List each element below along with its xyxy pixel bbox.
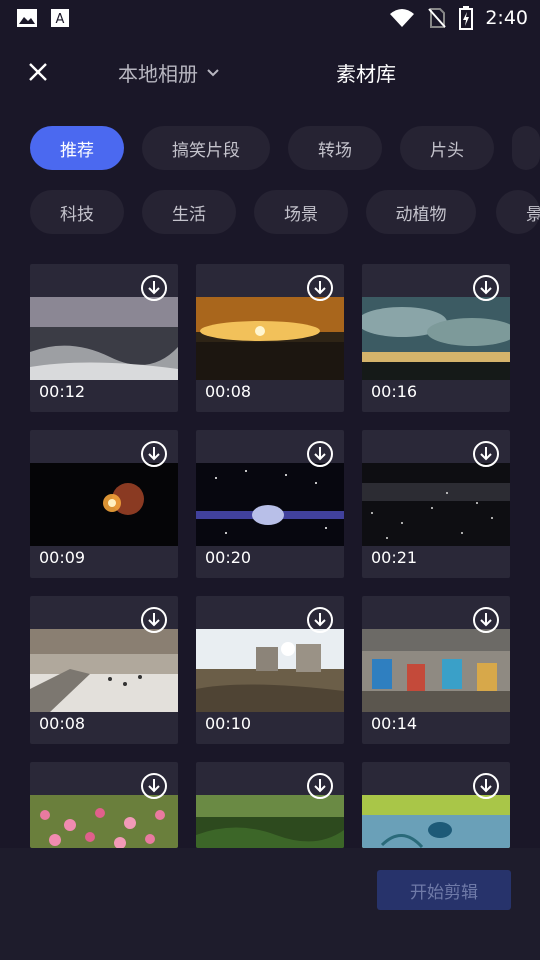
video-card[interactable]: 00:10 xyxy=(196,596,344,744)
video-duration: 00:08 xyxy=(205,382,252,401)
chip-life[interactable]: 生活 xyxy=(142,190,236,234)
text-a-icon: A xyxy=(51,9,69,27)
video-duration: 00:10 xyxy=(205,714,252,733)
thumbnail-brain xyxy=(196,463,344,546)
video-card[interactable]: 00:09 xyxy=(30,430,178,578)
chip-recommend[interactable]: 推荐 xyxy=(30,126,124,170)
start-edit-button[interactable]: 开始剪辑 xyxy=(377,870,511,910)
download-icon[interactable] xyxy=(306,274,334,302)
video-card[interactable] xyxy=(30,762,178,848)
download-icon[interactable] xyxy=(140,274,168,302)
chip-intros[interactable]: 片头 xyxy=(400,126,494,170)
video-duration: 00:21 xyxy=(371,548,418,567)
video-card[interactable]: 00:08 xyxy=(30,596,178,744)
video-duration: 00:12 xyxy=(39,382,86,401)
no-sim-icon xyxy=(428,8,447,28)
svg-text:A: A xyxy=(56,12,65,27)
thumbnail-planet xyxy=(30,463,178,546)
video-card[interactable] xyxy=(362,762,510,848)
library-title: 素材库 xyxy=(336,62,396,86)
video-card[interactable]: 00:21 xyxy=(362,430,510,578)
close-icon[interactable] xyxy=(24,58,52,86)
download-icon[interactable] xyxy=(472,274,500,302)
battery-charging-icon xyxy=(459,6,474,30)
video-card[interactable] xyxy=(196,762,344,848)
chip-more-partial[interactable] xyxy=(512,126,540,170)
chip-scenery-partial[interactable]: 景 xyxy=(496,190,540,234)
thumbnail-stars xyxy=(362,463,510,546)
video-duration: 00:20 xyxy=(205,548,252,567)
download-icon[interactable] xyxy=(472,772,500,800)
status-time: 2:40 xyxy=(485,7,528,29)
album-switch-label: 本地相册 xyxy=(118,62,198,86)
thumbnail-ruins xyxy=(196,629,344,712)
thumbnail-bird xyxy=(362,795,510,848)
video-card[interactable]: 00:12 xyxy=(30,264,178,412)
thumbnail-grass xyxy=(196,795,344,848)
video-duration: 00:16 xyxy=(371,382,418,401)
video-duration: 00:14 xyxy=(371,714,418,733)
gallery-icon xyxy=(17,9,37,27)
video-card[interactable]: 00:14 xyxy=(362,596,510,744)
download-icon[interactable] xyxy=(472,606,500,634)
download-icon[interactable] xyxy=(140,606,168,634)
bottom-bar: 开始剪辑 xyxy=(0,848,540,960)
download-icon[interactable] xyxy=(140,772,168,800)
chip-funny-clips[interactable]: 搞笑片段 xyxy=(142,126,270,170)
chip-tech[interactable]: 科技 xyxy=(30,190,124,234)
video-card[interactable]: 00:08 xyxy=(196,264,344,412)
download-icon[interactable] xyxy=(140,440,168,468)
chip-scene[interactable]: 场景 xyxy=(254,190,348,234)
thumbnail-mall xyxy=(30,629,178,712)
video-card[interactable]: 00:16 xyxy=(362,264,510,412)
thumbnail-carousel xyxy=(362,629,510,712)
thumbnail-flowers xyxy=(30,795,178,848)
status-bar: A 2:40 xyxy=(0,0,540,36)
chip-transitions[interactable]: 转场 xyxy=(288,126,382,170)
chip-animals-plants[interactable]: 动植物 xyxy=(366,190,476,234)
download-icon[interactable] xyxy=(306,606,334,634)
download-icon[interactable] xyxy=(306,440,334,468)
album-switch[interactable]: 本地相册 xyxy=(118,58,220,87)
header: 本地相册 素材库 xyxy=(0,48,540,96)
chevron-down-icon xyxy=(207,68,219,76)
download-icon[interactable] xyxy=(306,772,334,800)
video-card[interactable]: 00:20 xyxy=(196,430,344,578)
thumbnail-clouds xyxy=(362,297,510,380)
thumbnail-sunset xyxy=(196,297,344,380)
thumbnail-snowy-aerial xyxy=(30,297,178,380)
download-icon[interactable] xyxy=(472,440,500,468)
video-duration: 00:09 xyxy=(39,548,86,567)
video-duration: 00:08 xyxy=(39,714,86,733)
wifi-icon xyxy=(390,9,415,27)
